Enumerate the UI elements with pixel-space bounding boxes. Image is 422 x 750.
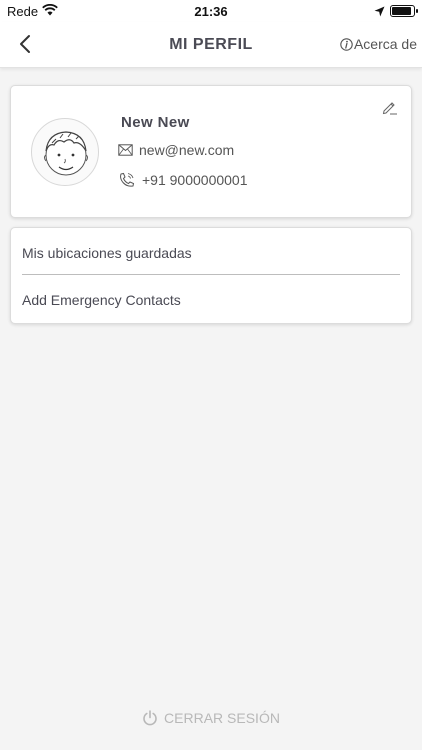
pencil-icon[interactable] bbox=[381, 98, 399, 116]
profile-card: New New new@new.com +91 9000000001 bbox=[10, 85, 412, 218]
power-icon bbox=[143, 710, 157, 726]
about-label: Acerca de bbox=[353, 36, 417, 52]
status-bar: Rede 21:36 bbox=[0, 0, 422, 22]
menu-card: Mis ubicaciones guardadas Add Emergency … bbox=[10, 227, 412, 324]
battery-icon bbox=[390, 5, 418, 17]
clock-time: 21:36 bbox=[194, 4, 228, 19]
user-name: New New bbox=[121, 114, 190, 131]
saved-locations-item[interactable]: Mis ubicaciones guardadas bbox=[22, 230, 400, 276]
saved-locations-label: Mis ubicaciones guardadas bbox=[22, 245, 192, 261]
phone-text: +91 9000000001 bbox=[142, 172, 248, 188]
emergency-contacts-label: Add Emergency Contacts bbox=[22, 292, 181, 308]
email-text: new@new.com bbox=[139, 142, 235, 158]
envelope-icon bbox=[118, 144, 133, 156]
phone-icon bbox=[120, 172, 135, 187]
location-arrow-icon bbox=[374, 5, 385, 20]
nav-bar: MI PERFIL Acerca de bbox=[0, 22, 422, 68]
logout-label: CERRAR SESIÓN bbox=[164, 710, 280, 726]
menu-divider bbox=[22, 274, 400, 275]
about-button[interactable]: Acerca de bbox=[340, 36, 417, 52]
logout-button[interactable]: CERRAR SESIÓN bbox=[0, 710, 422, 726]
email-row: new@new.com bbox=[118, 142, 234, 158]
info-icon bbox=[340, 37, 353, 51]
emergency-contacts-item[interactable]: Add Emergency Contacts bbox=[22, 277, 400, 323]
phone-row: +91 9000000001 bbox=[118, 172, 248, 188]
avatar bbox=[31, 118, 99, 186]
